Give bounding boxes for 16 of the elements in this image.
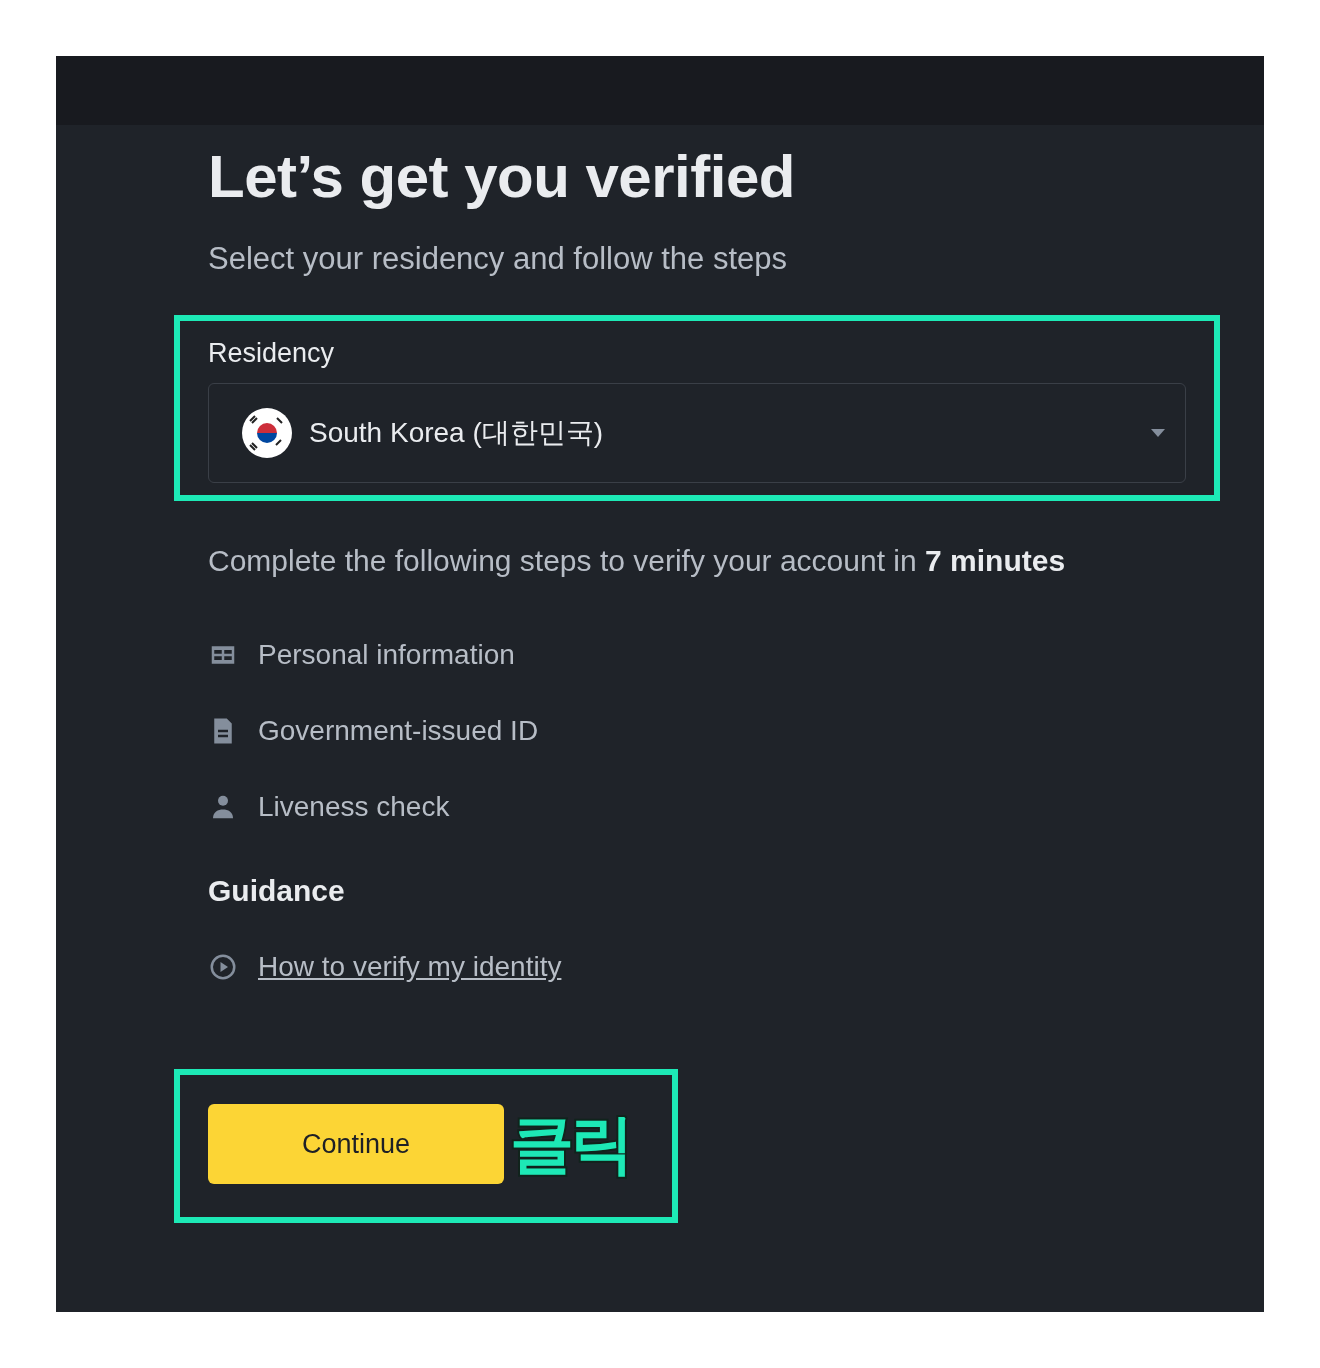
select-value: South Korea (대한민국) [309, 416, 605, 450]
guide-link[interactable]: How to verify my identity [258, 951, 562, 983]
field-label: Residency [208, 337, 336, 370]
play-icon [208, 952, 238, 982]
steps-intro: Complete the following steps to verify your account in 7 minutes [208, 543, 1067, 579]
step-label: Personal information [258, 639, 515, 671]
section-heading: Guidance [208, 873, 346, 909]
step-label: Government-issued ID [258, 715, 539, 747]
click-annotation: 클릭 [510, 1107, 630, 1182]
flag-icon [241, 407, 293, 459]
caret-icon [1151, 429, 1165, 437]
continue-button[interactable]: Continue [208, 1104, 504, 1184]
residency-select[interactable]: South Korea (대한민국) [208, 383, 1186, 483]
page-title: Let’s get you verified [208, 142, 796, 212]
page-subtitle: Select your residency and follow the steps [208, 240, 788, 278]
step-label: Liveness check [258, 791, 450, 823]
